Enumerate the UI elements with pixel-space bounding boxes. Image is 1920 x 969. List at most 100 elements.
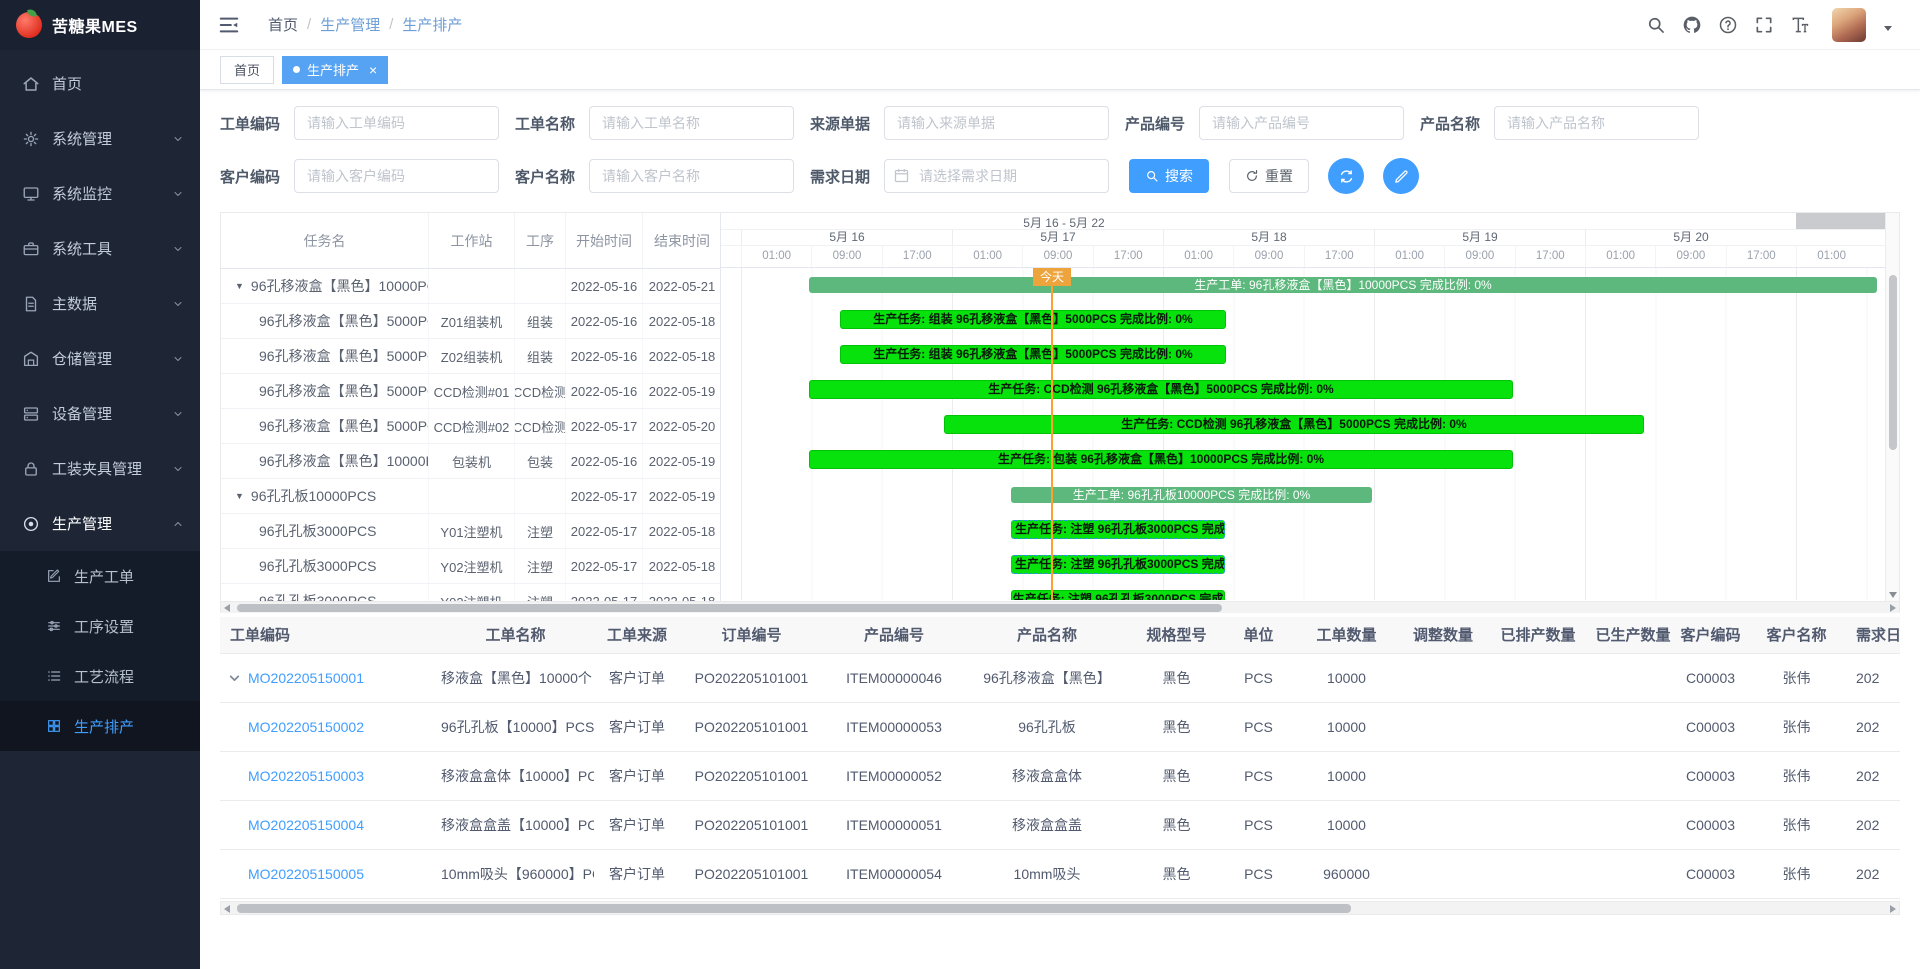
col-spec: 规格型号 <box>1129 617 1224 653</box>
breadcrumb-production-scheduling[interactable]: 生产排产 <box>402 14 462 35</box>
sidebar-item-fixture[interactable]: 工装夹具管理 <box>0 441 200 496</box>
breadcrumb-separator: / <box>307 16 311 33</box>
end-time-cell: 2022-05-19 <box>643 479 720 513</box>
gantt-bar[interactable]: 生产工单: 96孔孔板10000PCS 完成比例: 0% <box>1011 487 1372 503</box>
gantt-task-row[interactable]: ▼ 96孔移液盒【黑色】10000PCS 2022-05-16 2022-05-… <box>221 269 720 304</box>
order-row[interactable]: MO202205150002 96孔孔板【10000】PCS 客户订单 PO20… <box>220 702 1900 751</box>
font-size-icon[interactable] <box>1790 15 1810 35</box>
gantt-vertical-scrollbar[interactable] <box>1885 213 1899 601</box>
order-row[interactable]: MO202205150005 10mm吸头【960000】PCS 客户订单 PO… <box>220 849 1900 898</box>
gantt-task-row[interactable]: ▼ 96孔移液盒【黑色】5000PCS CCD检测#01 CCD检测 2022-… <box>221 374 720 409</box>
task-name-label: 96孔移液盒【黑色】5000PCS <box>259 346 429 366</box>
scrollbar-thumb[interactable] <box>237 604 1222 612</box>
sidebar-item-production[interactable]: 生产管理 <box>0 496 200 551</box>
fullscreen-icon[interactable] <box>1754 15 1774 35</box>
avatar[interactable] <box>1832 8 1866 42</box>
source-doc-input[interactable] <box>884 106 1109 140</box>
scrollbar-thumb[interactable] <box>237 904 1351 913</box>
gantt-task-row[interactable]: ▼ 96孔孔板3000PCS Y03注塑机 注塑 2022-05-17 2022… <box>221 584 720 601</box>
breadcrumb-production-management[interactable]: 生产管理 <box>320 14 380 35</box>
scroll-left-arrow-icon[interactable] <box>224 905 230 913</box>
workorder-code-link[interactable]: MO202205150004 <box>248 817 364 833</box>
workorder-code-link[interactable]: MO202205150001 <box>248 670 364 686</box>
product-code-cell: ITEM00000046 <box>823 653 965 702</box>
workorder-code-cell: MO202205150001 <box>220 653 437 702</box>
gantt-task-row[interactable]: ▼ 96孔移液盒【黑色】5000PCS Z01组装机 组装 2022-05-16… <box>221 304 720 339</box>
scroll-left-arrow-icon[interactable] <box>224 604 230 612</box>
workorder-code-link[interactable]: MO202205150003 <box>248 768 364 784</box>
reset-button[interactable]: 重置 <box>1229 159 1309 193</box>
gantt-task-row[interactable]: ▼ 96孔移液盒【黑色】5000PCS Z02组装机 组装 2022-05-16… <box>221 339 720 374</box>
order-row[interactable]: MO202205150001 移液盒【黑色】10000个 客户订单 PO2022… <box>220 653 1900 702</box>
gantt-horizontal-scrollbar[interactable] <box>221 601 1899 613</box>
gantt-bar[interactable]: 生产任务: 组装 96孔移液盒【黑色】5000PCS 完成比例: 0% <box>840 310 1226 329</box>
collapse-triangle-icon[interactable]: ▼ <box>235 281 244 291</box>
github-icon[interactable] <box>1682 15 1702 35</box>
col-scheduled-qty: 已排产数量 <box>1486 617 1590 653</box>
sidebar-item-master-data[interactable]: 主数据 <box>0 276 200 331</box>
gantt-task-row[interactable]: ▼ 96孔孔板3000PCS Y02注塑机 注塑 2022-05-17 2022… <box>221 549 720 584</box>
timeline-hour-label: 17:00 <box>882 246 952 267</box>
start-time-cell: 2022-05-17 <box>566 479 643 513</box>
tab-home[interactable]: 首页 <box>220 56 274 84</box>
caret-down-icon[interactable] <box>1884 26 1892 35</box>
task-name-label: 96孔孔板3000PCS <box>259 591 377 601</box>
tab-production-scheduling[interactable]: 生产排产 × <box>282 56 388 84</box>
scrollbar-thumb[interactable] <box>1889 275 1897 450</box>
orders-horizontal-scrollbar[interactable] <box>220 901 1900 915</box>
scroll-right-arrow-icon[interactable] <box>1890 905 1896 913</box>
gantt-bar[interactable]: 生产任务: CCD检测 96孔移液盒【黑色】5000PCS 完成比例: 0% <box>944 415 1644 434</box>
expand-chevron-icon[interactable] <box>228 672 241 685</box>
gantt-bar[interactable]: 生产任务: 组装 96孔移液盒【黑色】5000PCS 完成比例: 0% <box>840 345 1226 364</box>
scroll-down-arrow-icon[interactable] <box>1889 592 1897 598</box>
timeline-hour-label: 01:00 <box>952 246 1022 267</box>
sidebar-item-system-management[interactable]: 系统管理 <box>0 111 200 166</box>
workorder-code-input[interactable] <box>294 106 499 140</box>
sidebar-item-equipment[interactable]: 设备管理 <box>0 386 200 441</box>
workorder-code-link[interactable]: MO202205150002 <box>248 719 364 735</box>
product-name-input[interactable] <box>1494 106 1699 140</box>
workorder-code-link[interactable]: MO202205150005 <box>248 866 364 882</box>
collapse-triangle-icon[interactable]: ▼ <box>235 491 244 501</box>
hamburger-icon[interactable] <box>218 14 240 36</box>
customer-name-input[interactable] <box>589 159 794 193</box>
product-code-input[interactable] <box>1199 106 1404 140</box>
order-row[interactable]: MO202205150004 移液盒盒盖【10000】PCS 客户订单 PO20… <box>220 800 1900 849</box>
sidebar-item-process-settings[interactable]: 工序设置 <box>0 601 200 651</box>
sidebar-item-label: 工艺流程 <box>74 666 184 687</box>
sidebar-item-system-tools[interactable]: 系统工具 <box>0 221 200 276</box>
gantt-task-row[interactable]: ▼ 96孔移液盒【黑色】5000PCS CCD检测#02 CCD检测 2022-… <box>221 409 720 444</box>
scroll-right-arrow-icon[interactable] <box>1890 604 1896 612</box>
close-icon[interactable]: × <box>369 63 377 77</box>
help-icon[interactable] <box>1718 15 1738 35</box>
gantt-bar[interactable]: 生产任务: 注塑 96孔孔板3000PCS 完成 <box>1011 555 1225 574</box>
sidebar-item-process-flow[interactable]: 工艺流程 <box>0 651 200 701</box>
gantt-bar[interactable]: 生产任务: CCD检测 96孔移液盒【黑色】5000PCS 完成比例: 0% <box>809 380 1513 399</box>
breadcrumb-home[interactable]: 首页 <box>268 14 298 35</box>
gantt-bar[interactable]: 生产任务: 包装 96孔移液盒【黑色】10000PCS 完成比例: 0% <box>809 450 1513 469</box>
edit-schedule-button[interactable] <box>1383 158 1419 194</box>
demand-date-input[interactable] <box>884 159 1109 193</box>
gantt-bar[interactable]: 生产任务: 注塑 96孔孔板3000PCS 完成 <box>1011 520 1225 539</box>
search-button[interactable]: 搜索 <box>1129 159 1209 193</box>
app-logo[interactable]: 苦糖果MES <box>0 0 200 50</box>
refresh-schedule-button[interactable] <box>1328 158 1364 194</box>
filter-field-customer-code: 客户编码 <box>220 159 499 193</box>
gantt-task-row[interactable]: ▼ 96孔孔板10000PCS 2022-05-17 2022-05-19 <box>221 479 720 514</box>
workorder-name-input[interactable] <box>589 106 794 140</box>
sidebar-item-production-scheduling[interactable]: 生产排产 <box>0 701 200 751</box>
sidebar-item-production-workorder[interactable]: 生产工单 <box>0 551 200 601</box>
filter-field-demand-date: 需求日期 <box>810 159 1109 193</box>
product-code-cell: ITEM00000051 <box>823 800 965 849</box>
gantt-bar[interactable]: 生产工单: 96孔移液盒【黑色】10000PCS 完成比例: 0% <box>809 277 1877 293</box>
search-icon[interactable] <box>1646 15 1666 35</box>
sidebar-item-home[interactable]: 首页 <box>0 56 200 111</box>
gantt-task-row[interactable]: ▼ 96孔孔板3000PCS Y01注塑机 注塑 2022-05-17 2022… <box>221 514 720 549</box>
gantt-task-row[interactable]: ▼ 96孔移液盒【黑色】10000PCS 包装机 包装 2022-05-16 2… <box>221 444 720 479</box>
sidebar-item-warehouse[interactable]: 仓储管理 <box>0 331 200 386</box>
gantt-bar[interactable]: 生产任务: 注塑 96孔孔板3000PCS 完成 <box>1011 590 1225 600</box>
customer-code-cell: C00003 <box>1676 800 1745 849</box>
sidebar-item-system-monitor[interactable]: 系统监控 <box>0 166 200 221</box>
customer-code-input[interactable] <box>294 159 499 193</box>
order-row[interactable]: MO202205150003 移液盒盒体【10000】PCS 客户订单 PO20… <box>220 751 1900 800</box>
